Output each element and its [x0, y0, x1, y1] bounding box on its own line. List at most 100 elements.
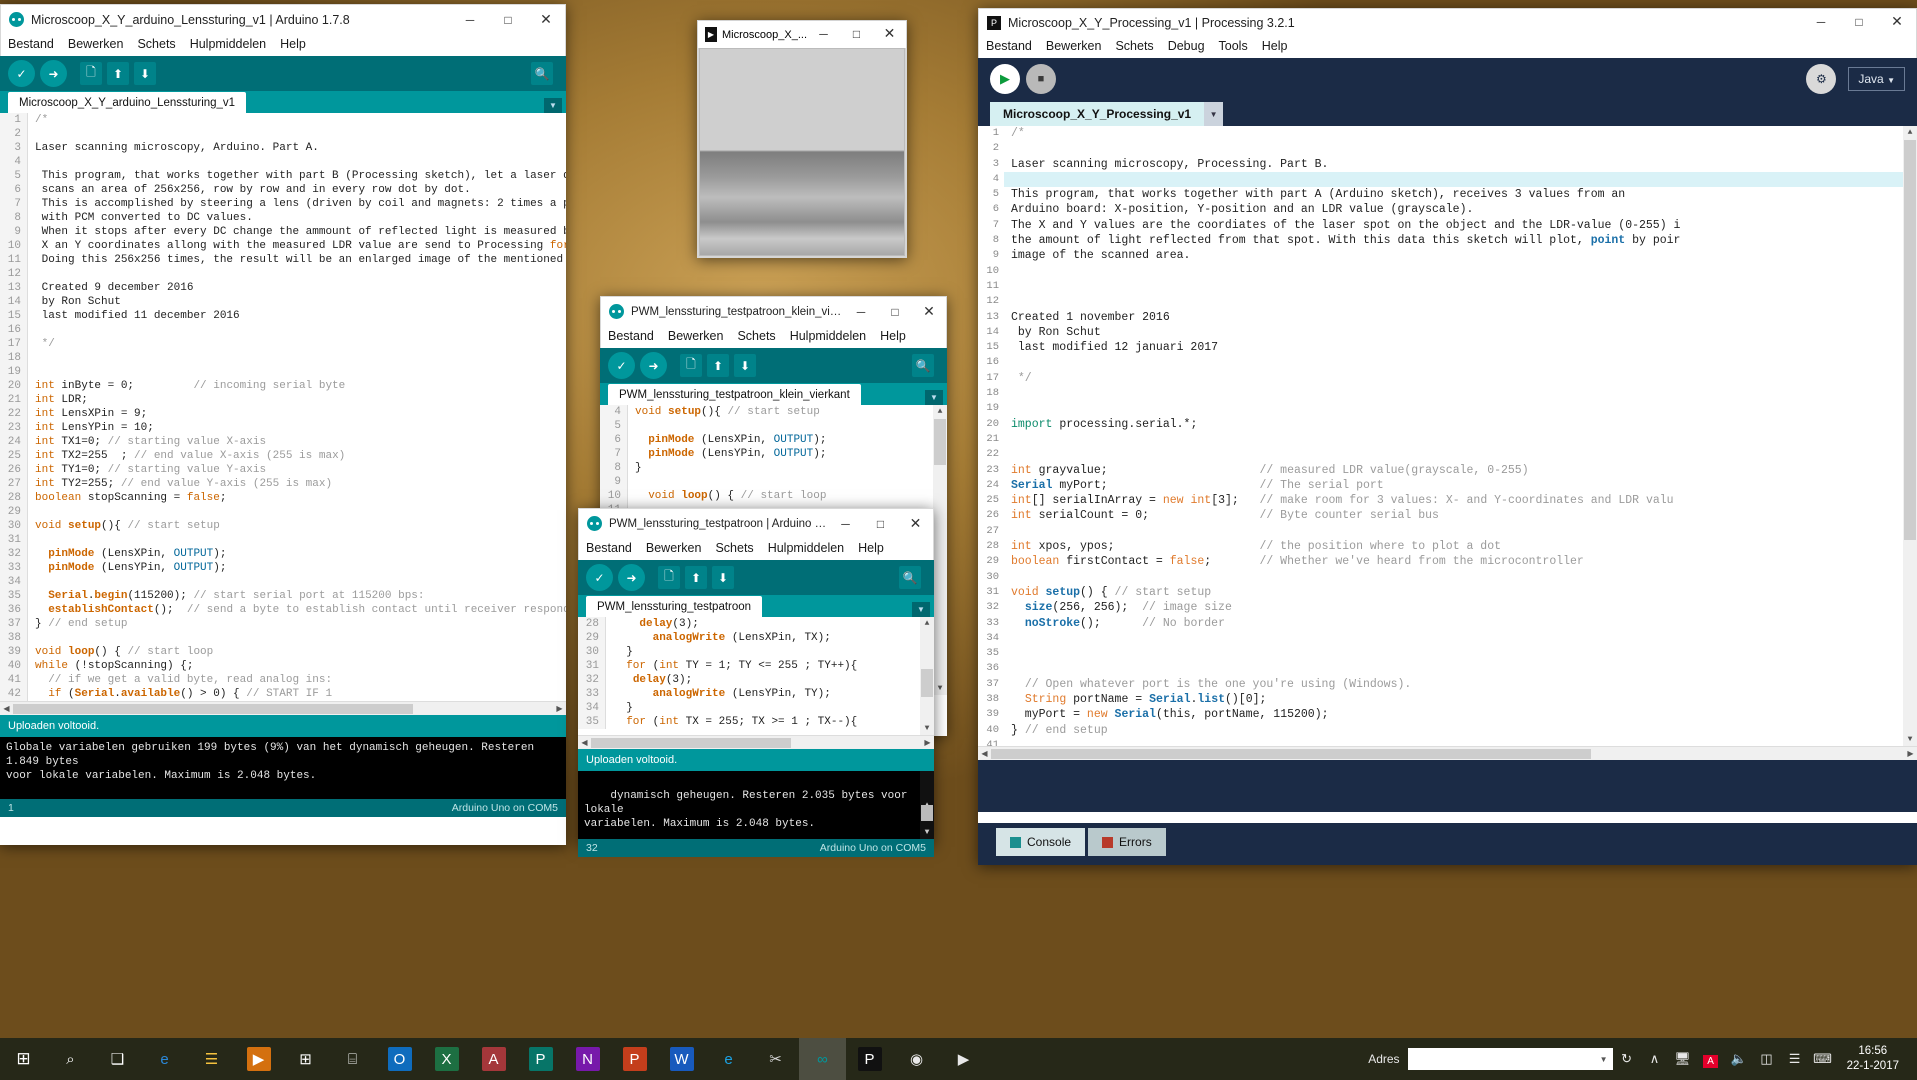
code-line[interactable]: 38	[0, 631, 566, 645]
menu-hulpmiddelen[interactable]: Hulpmiddelen	[768, 541, 844, 555]
titlebar-arduino-klein[interactable]: PWM_lenssturing_testpatroon_klein_vierka…	[600, 296, 947, 326]
code-line[interactable]: 5	[600, 419, 947, 433]
serial-monitor-icon[interactable]: 🔍	[531, 62, 553, 85]
tabbar-processing[interactable]: Microscoop_X_Y_Processing_v1 ▼	[978, 100, 1917, 126]
scroll-thumb[interactable]	[921, 805, 933, 821]
code-line[interactable]: 26 int TY1=0; // starting value Y-axis	[0, 463, 566, 477]
chevron-down-icon[interactable]: ▼	[1204, 102, 1224, 126]
code-line[interactable]: 33 noStroke(); // No border	[978, 615, 1917, 631]
code-line[interactable]: 33 analogWrite (LensYPin, TY);	[578, 687, 934, 701]
code-line[interactable]: 14 by Ron Schut	[978, 324, 1917, 341]
taskbar-access-icon[interactable]: A	[470, 1038, 517, 1080]
taskbar-file-explorer-icon[interactable]: ☰	[188, 1038, 235, 1080]
toolbar-arduino-klein[interactable]: ✓ ➜ 🗋 ⬆ ⬇ 🔍	[600, 348, 947, 383]
code-line[interactable]: 6 scans an area of 256x256, row by row a…	[0, 183, 566, 197]
code-line[interactable]: 10 X an Y coordinates allong with the me…	[0, 239, 566, 253]
menubar-arduino-main[interactable]: Bestand Bewerken Schets Hulpmiddelen Hel…	[0, 34, 566, 56]
chevron-down-icon[interactable]: ▼	[1600, 1055, 1608, 1064]
window-arduino-main[interactable]: Microscoop_X_Y_arduino_Lenssturing_v1 | …	[0, 4, 566, 845]
open-icon[interactable]: ⬆	[707, 354, 729, 377]
code-line[interactable]: 25 int TX2=255 ; // end value X-axis (255…	[0, 449, 566, 463]
titlebar-sketch-preview[interactable]: ▶ Microscoop_X_... ─ □ ✕	[697, 20, 907, 48]
window-sketch-preview[interactable]: ▶ Microscoop_X_... ─ □ ✕	[697, 20, 907, 258]
clock[interactable]: 16:56 22-1-2017	[1837, 1044, 1909, 1074]
code-line[interactable]: 8 with PCM converted to DC values.	[0, 211, 566, 225]
titlebar-arduino-main[interactable]: Microscoop_X_Y_arduino_Lenssturing_v1 | …	[0, 4, 566, 34]
code-line[interactable]: 35 Serial.begin(115200); // start serial…	[0, 589, 566, 603]
taskbar-powerpoint-icon[interactable]: P	[611, 1038, 658, 1080]
code-line[interactable]: 11 Doing this 256x256 times, the result …	[0, 253, 566, 267]
code-line[interactable]: 31 void setup() { // start setup	[978, 584, 1917, 601]
scroll-down-icon[interactable]: ▼	[933, 682, 947, 695]
taskbar-onenote-icon[interactable]: N	[564, 1038, 611, 1080]
menu-bestand[interactable]: Bestand	[8, 37, 54, 51]
titlebar-arduino-testpatroon[interactable]: PWM_lenssturing_testpatroon | Arduino 1.…	[578, 508, 934, 538]
code-line[interactable]: 3 Laser scanning microscopy, Arduino. Par…	[0, 141, 566, 155]
run-button[interactable]: ▶	[990, 64, 1020, 94]
close-icon[interactable]: ✕	[527, 5, 565, 35]
code-line[interactable]: 34 }	[578, 701, 934, 715]
menu-bewerken[interactable]: Bewerken	[1046, 39, 1102, 53]
chevron-down-icon[interactable]: ▼	[544, 98, 562, 113]
window-controls[interactable]: ─ □ ✕	[807, 20, 906, 50]
taskbar-processing-icon[interactable]: P	[846, 1038, 893, 1080]
taskbar-arduino-icon[interactable]: ∞	[799, 1038, 846, 1080]
code-line[interactable]: 30 }	[578, 645, 934, 659]
console-scrollbar[interactable]: ▲ ▼	[920, 771, 934, 839]
code-line[interactable]: 36	[978, 661, 1917, 677]
window-controls[interactable]: ─ □ ✕	[1802, 8, 1916, 38]
code-line[interactable]: 27	[978, 523, 1917, 540]
menubar-processing[interactable]: Bestand Bewerken Schets Debug Tools Help	[978, 36, 1917, 58]
scroll-right-icon[interactable]: ▶	[553, 704, 566, 713]
code-line[interactable]: 32 delay(3);	[578, 673, 934, 687]
code-line[interactable]: 37 // Open whatever port is the one you'…	[978, 676, 1917, 692]
code-line[interactable]: 20 import processing.serial.*;	[978, 416, 1917, 432]
code-line[interactable]: 4	[978, 171, 1917, 188]
code-line[interactable]: 27 int TY2=255; // end value Y-axis (255 …	[0, 477, 566, 491]
code-line[interactable]: 9 When it stops after every DC change th…	[0, 225, 566, 239]
code-line[interactable]: 35 for (int TX = 255; TX >= 1 ; TX--){	[578, 715, 934, 729]
taskbar-media-player-icon[interactable]: ▶	[235, 1038, 282, 1080]
close-icon[interactable]: ✕	[912, 297, 946, 327]
tabbar-arduino-main[interactable]: Microscoop_X_Y_arduino_Lenssturing_v1 ▼	[0, 91, 566, 113]
taskbar-vlc-icon[interactable]: ▶	[940, 1038, 987, 1080]
taskbar-excel-icon[interactable]: X	[423, 1038, 470, 1080]
menu-bestand[interactable]: Bestand	[986, 39, 1032, 53]
menu-schets[interactable]: Schets	[1115, 39, 1153, 53]
scroll-up-icon[interactable]: ▲	[1903, 126, 1917, 139]
window-processing[interactable]: P Microscoop_X_Y_Processing_v1 | Process…	[978, 8, 1917, 865]
code-line[interactable]: 34	[978, 630, 1917, 647]
code-line[interactable]: 21 int LDR;	[0, 393, 566, 407]
titlebar-processing[interactable]: P Microscoop_X_Y_Processing_v1 | Process…	[978, 8, 1917, 36]
minimize-icon[interactable]: ─	[828, 509, 863, 539]
code-line[interactable]: 15 last modified 11 december 2016	[0, 309, 566, 323]
system-tray[interactable]: Adres ▼ ↻ ∧ 🖥 A 🔈 ◫ ☰ ⌨ 16:56 22-1-2017	[1368, 1044, 1917, 1074]
menu-schets[interactable]: Schets	[737, 329, 775, 343]
menu-hulpmiddelen[interactable]: Hulpmiddelen	[790, 329, 866, 343]
code-line[interactable]: 10	[978, 263, 1917, 279]
tab-errors[interactable]: Errors	[1088, 828, 1166, 856]
code-line[interactable]: 11	[978, 278, 1917, 295]
code-line[interactable]: 19	[0, 365, 566, 379]
code-line[interactable]: 37} // end setup	[0, 617, 566, 631]
code-line[interactable]: 2	[978, 141, 1917, 157]
open-icon[interactable]: ⬆	[107, 62, 129, 85]
menu-schets[interactable]: Schets	[137, 37, 175, 51]
code-editor-arduino-main[interactable]: 1 /* 2 3 Laser scanning microscopy, Arduino.…	[0, 113, 566, 701]
minimize-icon[interactable]: ─	[451, 5, 489, 35]
scroll-down-icon[interactable]: ▼	[920, 826, 934, 839]
usb-icon[interactable]: ◫	[1753, 1051, 1781, 1067]
code-line[interactable]: 40} // end setup	[978, 722, 1917, 738]
new-icon[interactable]: 🗋	[658, 566, 680, 589]
code-line[interactable]: 33 pinMode (LensYPin, OUTPUT);	[0, 561, 566, 575]
scroll-down-icon[interactable]: ▼	[1903, 733, 1917, 746]
upload-icon[interactable]: ➜	[640, 352, 667, 379]
scroll-left-icon[interactable]: ◀	[978, 749, 991, 758]
code-line[interactable]: 18	[978, 386, 1917, 402]
code-line[interactable]: 9 image of the scanned area.	[978, 248, 1917, 264]
code-line[interactable]: 28 int xpos, ypos; // the position where …	[978, 539, 1917, 555]
code-line[interactable]: 13 Created 9 december 2016	[0, 281, 566, 295]
verify-icon[interactable]: ✓	[608, 352, 635, 379]
vertical-scrollbar[interactable]: ▲ ▼	[933, 405, 947, 695]
code-line[interactable]: 15 last modified 12 januari 2017	[978, 340, 1917, 356]
